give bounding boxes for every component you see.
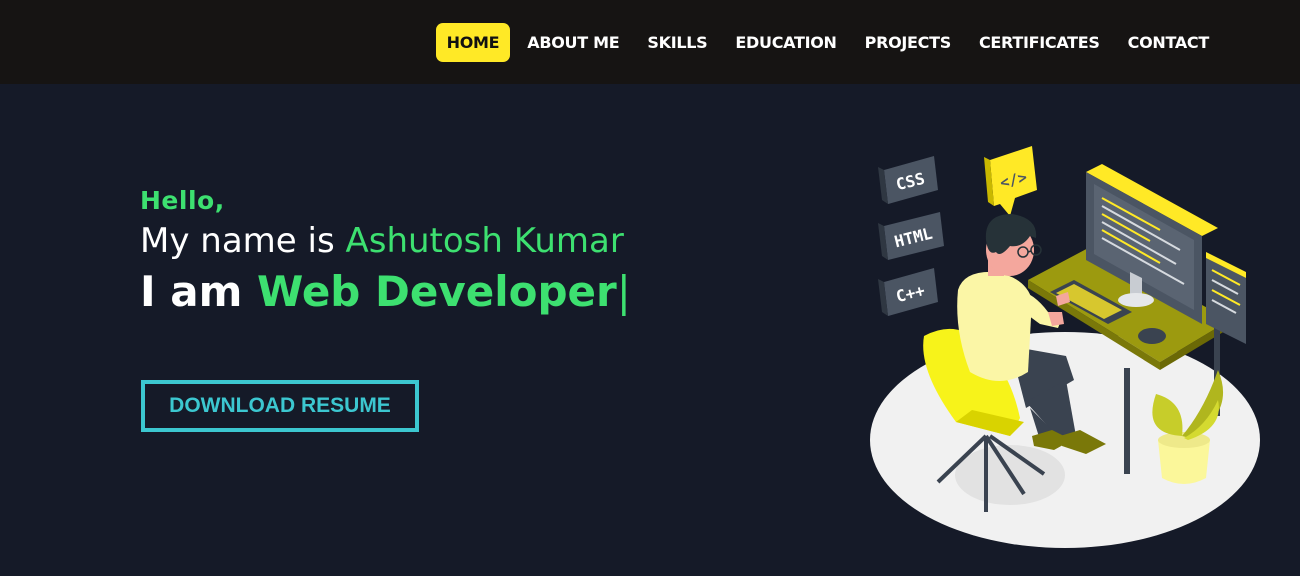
navbar: HOME ABOUT ME SKILLS EDUCATION PROJECTS … [0,0,1300,84]
nav-item-education[interactable]: EDUCATION [724,23,847,62]
nav-item-contact[interactable]: CONTACT [1117,23,1220,62]
nav-item-about-me[interactable]: ABOUT ME [516,23,630,62]
role-highlight: Web Developer [256,267,617,316]
greeting-text: Hello, [140,186,225,215]
nav-item-projects[interactable]: PROJECTS [854,23,962,62]
css-tag-icon: CSS [878,156,938,204]
download-resume-button[interactable]: DOWNLOAD RESUME [141,380,419,432]
name-prefix: My name is [140,221,346,261]
name-highlight: Ashutosh Kumar [345,221,624,261]
nav-item-home[interactable]: HOME [435,23,511,62]
cpp-tag-icon: C++ [878,268,938,316]
typing-cursor: | [616,267,631,316]
developer-illustration: CSS HTML C++ </> [870,146,1260,548]
role-line: I am Web Developer| [140,267,631,316]
mouse-icon [1138,328,1166,344]
role-prefix: I am [140,267,257,316]
nav-item-skills[interactable]: SKILLS [636,23,718,62]
code-bubble-icon: </> [984,146,1037,216]
hero-section: Hello, My name is Ashutosh Kumar I am We… [140,186,631,316]
html-tag-icon: HTML [878,212,944,260]
nav-item-certificates[interactable]: CERTIFICATES [968,23,1111,62]
nav-menu: HOME ABOUT ME SKILLS EDUCATION PROJECTS … [435,23,1220,62]
name-line: My name is Ashutosh Kumar [140,221,631,261]
